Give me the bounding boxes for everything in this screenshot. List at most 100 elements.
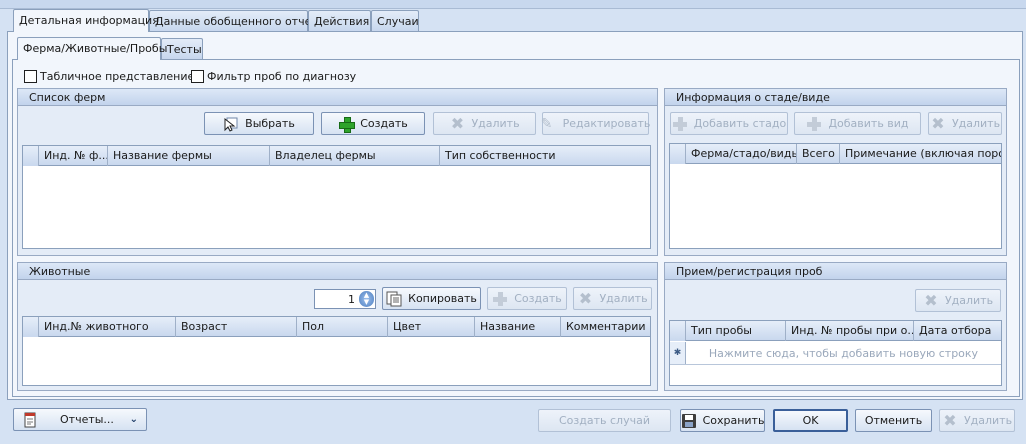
row-indicator-header: [670, 144, 686, 164]
add-species-label: Добавить вид: [828, 117, 909, 130]
delete-animal-button[interactable]: ✖ Удалить: [573, 287, 652, 310]
col-color[interactable]: Цвет: [388, 317, 475, 337]
herd-info-header: Информация о стаде/виде: [665, 89, 1006, 106]
tab-summary-report[interactable]: Данные обобщенного отчета: [149, 10, 325, 31]
save-icon: [681, 413, 697, 429]
tab-label: Ферма/Животные/Пробы: [23, 42, 168, 55]
plus-icon: [672, 116, 688, 132]
animals-grid[interactable]: Инд.№ животного Возраст Пол Цвет Названи…: [22, 316, 651, 386]
col-total[interactable]: Всего: [797, 144, 840, 164]
samples-grid-header: Тип пробы Инд. № пробы при о... Дата отб…: [670, 321, 1001, 341]
plus-icon: [806, 116, 822, 132]
samples-grid[interactable]: Тип пробы Инд. № пробы при о... Дата отб…: [669, 320, 1002, 386]
col-farm-id[interactable]: Инд. № ф...: [39, 146, 108, 166]
chevron-down-icon: ⌄: [129, 414, 138, 425]
cursor-select-icon: [223, 116, 239, 132]
col-sex[interactable]: Пол: [297, 317, 388, 337]
farms-grid[interactable]: Инд. № ф... Название фермы Владелец ферм…: [22, 145, 651, 249]
tab-actions[interactable]: Действия: [308, 10, 371, 31]
col-farm-name[interactable]: Название фермы: [108, 146, 270, 166]
plus-icon: [492, 291, 508, 307]
reports-label: Отчеты...: [60, 413, 114, 426]
pencil-icon: ✎: [540, 115, 553, 132]
tab-label: Тесты: [167, 43, 202, 56]
top-strip: [0, 0, 1026, 9]
herd-info-title: Информация о стаде/виде: [676, 91, 830, 104]
copy-animal-button[interactable]: Копировать: [382, 287, 481, 310]
animals-group-header: Животные: [18, 263, 657, 280]
cancel-button[interactable]: Отменить: [855, 409, 932, 432]
filter-by-diagnosis-label: Фильтр проб по диагнозу: [207, 70, 357, 83]
create-farm-button[interactable]: Создать: [321, 112, 425, 135]
save-label: Сохранить: [702, 414, 765, 427]
create-farm-label: Создать: [360, 117, 408, 130]
col-age[interactable]: Возраст: [176, 317, 297, 337]
col-animal-id[interactable]: Инд.№ животного: [39, 317, 176, 337]
edit-farm-label: Редактировать: [562, 117, 651, 130]
delete-sample-button[interactable]: ✖ Удалить: [915, 289, 1001, 312]
tab-label: Случаи: [377, 15, 419, 28]
tab-label: Детальная информация: [19, 14, 159, 27]
select-farm-label: Выбрать: [245, 117, 295, 130]
col-sample-id[interactable]: Инд. № пробы при о...: [786, 321, 914, 341]
ok-label: OK: [802, 414, 819, 427]
delete-farm-button[interactable]: ✖ Удалить: [433, 112, 536, 135]
herd-grid-header: Ферма/стадо/виды Всего Примечание (включ…: [670, 144, 1001, 164]
delete-animal-label: Удалить: [599, 292, 648, 305]
create-case-button[interactable]: Создать случай: [538, 409, 671, 432]
plus-icon: [338, 116, 356, 133]
tab-detail-info[interactable]: Детальная информация: [13, 9, 159, 32]
row-indicator-header: [23, 146, 39, 166]
add-species-button[interactable]: Добавить вид: [794, 112, 921, 135]
col-name[interactable]: Название: [475, 317, 561, 337]
select-farm-button[interactable]: Выбрать: [204, 112, 314, 135]
animals-grid-header: Инд.№ животного Возраст Пол Цвет Названи…: [23, 317, 650, 337]
animal-count-spinner[interactable]: 1 ▲ ▼: [314, 289, 376, 309]
ok-button[interactable]: OK: [773, 409, 848, 432]
create-animal-label: Создать: [514, 292, 562, 305]
copy-animal-label: Копировать: [408, 292, 477, 305]
save-button[interactable]: Сохранить: [680, 409, 765, 432]
delete-label: Удалить: [963, 414, 1013, 427]
col-farm-owner[interactable]: Владелец фермы: [270, 146, 440, 166]
delete-x-icon: ✖: [943, 410, 957, 430]
add-herd-button[interactable]: Добавить стадо: [670, 112, 788, 135]
delete-sample-label: Удалить: [944, 294, 994, 307]
delete-herd-button[interactable]: ✖ Удалить: [928, 112, 1002, 135]
delete-x-icon: ✖: [578, 288, 593, 308]
table-view-label: Табличное представление: [40, 70, 195, 83]
tab-farm-animals-samples[interactable]: Ферма/Животные/Пробы: [17, 37, 167, 60]
tab-label: Данные обобщенного отчета: [155, 15, 325, 28]
samples-title: Прием/регистрация проб: [676, 265, 823, 278]
delete-farm-label: Удалить: [471, 117, 520, 130]
col-ownership-type[interactable]: Тип собственности: [440, 146, 650, 166]
col-note[interactable]: Примечание (включая поро...: [840, 144, 1001, 164]
edit-farm-button[interactable]: ✎ Редактировать: [540, 112, 651, 135]
cancel-label: Отменить: [864, 414, 923, 427]
delete-herd-label: Удалить: [951, 117, 1001, 130]
add-herd-label: Добавить стадо: [693, 117, 787, 130]
herd-grid[interactable]: Ферма/стадо/виды Всего Примечание (включ…: [669, 143, 1002, 249]
row-indicator-header: [670, 321, 686, 341]
col-comments[interactable]: Комментарии: [561, 317, 650, 337]
spin-updown-icon[interactable]: ▲ ▼: [359, 291, 374, 307]
delete-x-icon: ✖: [931, 113, 945, 133]
create-animal-button[interactable]: Создать: [487, 287, 567, 310]
col-collection-date[interactable]: Дата отбора: [914, 321, 1001, 341]
col-sample-type[interactable]: Тип пробы: [686, 321, 786, 341]
row-indicator-header: [23, 317, 39, 337]
farms-grid-header: Инд. № ф... Название фермы Владелец ферм…: [23, 146, 650, 166]
farms-group-header: Список ферм: [18, 89, 657, 106]
new-row[interactable]: ✱ Нажмите сюда, чтобы добавить новую стр…: [670, 342, 1001, 365]
delete-x-icon: ✖: [924, 290, 938, 310]
col-farm-herd-species[interactable]: Ферма/стадо/виды: [686, 144, 797, 164]
farms-title: Список ферм: [29, 91, 106, 104]
tab-label: Действия: [314, 15, 370, 28]
filter-by-diagnosis-checkbox[interactable]: [191, 70, 204, 83]
samples-group-header: Прием/регистрация проб: [665, 263, 1006, 280]
animal-count-value: 1: [348, 293, 355, 306]
delete-button[interactable]: ✖ Удалить: [939, 409, 1015, 432]
reports-dropdown-button[interactable]: Отчеты... ⌄: [13, 408, 147, 431]
tab-cases[interactable]: Случаи: [371, 10, 419, 31]
table-view-checkbox[interactable]: [24, 70, 37, 83]
